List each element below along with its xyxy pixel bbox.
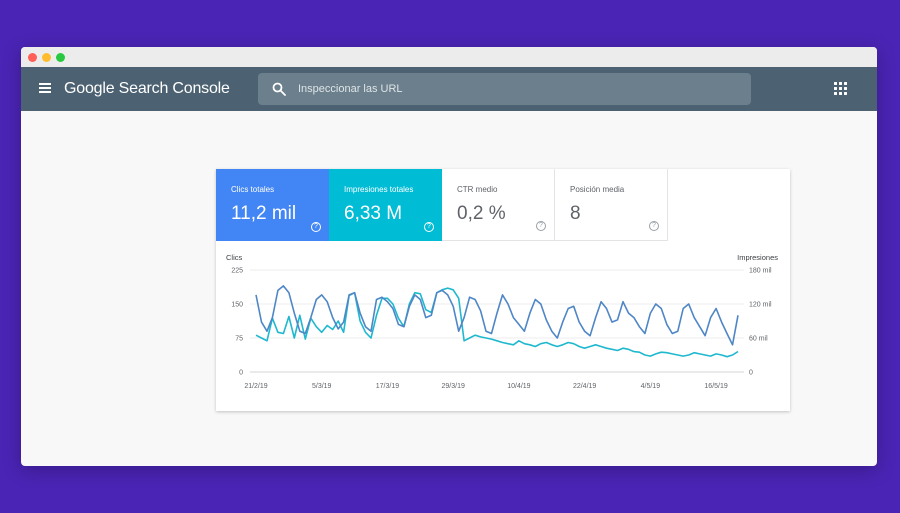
metric-value: 6,33 M: [344, 203, 403, 224]
metric-label: Posición media: [570, 185, 625, 194]
minimize-window-dot[interactable]: [42, 53, 51, 62]
y-axis-left-title: Clics: [226, 253, 242, 262]
help-icon[interactable]: ?: [311, 222, 321, 232]
y-tick-left: 0: [239, 370, 243, 377]
metric-label: Impresiones totales: [344, 185, 414, 194]
x-tick-label: 22/4/19: [573, 383, 596, 390]
apps-grid-icon[interactable]: [834, 82, 848, 96]
help-icon[interactable]: ?: [649, 221, 659, 231]
metric-average-position[interactable]: Posición media 8 ?: [555, 169, 668, 241]
y-tick-right: 0: [749, 370, 753, 377]
metric-total-impressions[interactable]: Impresiones totales 6,33 M ?: [329, 169, 442, 241]
browser-titlebar: [21, 47, 877, 67]
x-tick-label: 4/5/19: [641, 383, 661, 390]
metric-total-clicks[interactable]: Clics totales 11,2 mil ?: [216, 169, 329, 241]
x-tick-label: 21/2/19: [244, 383, 267, 390]
help-icon[interactable]: ?: [424, 222, 434, 232]
x-tick-label: 10/4/19: [507, 383, 530, 390]
y-tick-left: 150: [231, 302, 243, 309]
brand-product: Search Console: [118, 80, 230, 97]
brand-google: Google: [64, 80, 115, 97]
maximize-window-dot[interactable]: [56, 53, 65, 62]
metric-value: 8: [570, 203, 581, 224]
hamburger-menu-icon[interactable]: [39, 83, 51, 93]
performance-chart[interactable]: Clics Impresiones 0 75 150 225 0 60 mil 120 mil 1…: [216, 241, 790, 411]
y-tick-right: 60 mil: [749, 336, 768, 343]
x-tick-label: 16/5/19: [704, 383, 727, 390]
y-axis-right-title: Impresiones: [737, 253, 778, 262]
x-tick-label: 29/3/19: [442, 383, 465, 390]
metric-label: Clics totales: [231, 185, 275, 194]
metric-average-ctr[interactable]: CTR medio 0,2 % ?: [442, 169, 555, 241]
x-tick-label: 5/3/19: [312, 383, 332, 390]
x-tick-label: 17/3/19: [376, 383, 399, 390]
performance-card: Clics totales 11,2 mil ? Impresiones tot…: [216, 169, 790, 411]
metric-value: 0,2 %: [457, 203, 506, 224]
help-icon[interactable]: ?: [536, 221, 546, 231]
app-header: Google Search Console: [21, 67, 877, 111]
search-input[interactable]: [298, 73, 738, 105]
browser-window: Google Search Console Clics totales 11,2…: [21, 47, 877, 466]
y-tick-right: 120 mil: [749, 302, 772, 309]
metric-label: CTR medio: [457, 185, 498, 194]
metric-value: 11,2 mil: [231, 203, 297, 224]
app-logo[interactable]: Google Search Console: [64, 79, 230, 99]
y-tick-left: 75: [235, 336, 243, 343]
y-tick-left: 225: [231, 268, 243, 275]
performance-chart-svg: Clics Impresiones 0 75 150 225 0 60 mil 120 mil 1…: [226, 253, 778, 390]
series-line-clics: [255, 285, 739, 346]
close-window-dot[interactable]: [28, 53, 37, 62]
url-inspection-search[interactable]: [258, 73, 751, 105]
y-tick-right: 180 mil: [749, 268, 772, 275]
search-icon[interactable]: [272, 82, 286, 96]
